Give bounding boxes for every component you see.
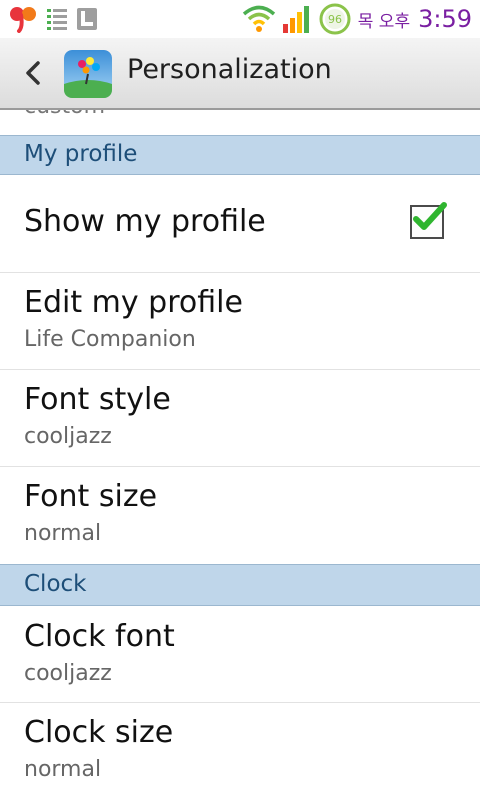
notification-list-icon <box>47 9 67 30</box>
check-mark-icon <box>413 202 447 230</box>
status-time: 3:59 <box>418 5 472 33</box>
list-item-summary: normal <box>24 521 102 546</box>
signal-bars-icon <box>282 6 309 33</box>
list-item-clock-size[interactable]: Clock size normal <box>0 703 480 800</box>
section-header-my-profile: My profile <box>0 135 480 175</box>
section-label: My profile <box>24 141 138 167</box>
list-item-font-size[interactable]: Font size normal <box>0 467 480 563</box>
action-bar: Personalization <box>0 38 480 110</box>
list-item-summary: cooljazz <box>24 424 112 449</box>
cutoff-summary-text: custom <box>24 110 105 119</box>
list-item-summary: cooljazz <box>24 661 112 686</box>
list-item-edit-my-profile[interactable]: Edit my profile Life Companion <box>0 273 480 370</box>
list-item-title: Font style <box>24 382 171 417</box>
chevron-left-icon[interactable] <box>18 58 48 88</box>
status-bar: 96 목 오후 3:59 <box>0 0 480 39</box>
list-item-summary: Life Companion <box>24 327 196 352</box>
list-item-show-my-profile[interactable]: Show my profile <box>0 174 480 273</box>
wifi-icon <box>242 5 275 32</box>
app-icon[interactable] <box>64 50 112 98</box>
status-bar-left <box>8 5 98 33</box>
list-item-title: Font size <box>24 479 158 514</box>
list-item-summary: normal <box>24 757 102 782</box>
section-header-clock: Clock <box>0 564 480 606</box>
show-profile-checkbox[interactable] <box>410 202 447 239</box>
list-item-title: Clock size <box>24 715 174 750</box>
list-item-title: Edit my profile <box>24 285 243 320</box>
list-item-clock-font[interactable]: Clock font cooljazz <box>0 605 480 703</box>
carrier-logo-icon <box>10 7 36 33</box>
battery-level-text: 96 <box>328 13 342 26</box>
page-title: Personalization <box>127 54 332 85</box>
notification-app-icon <box>77 8 97 30</box>
section-label: Clock <box>24 571 87 597</box>
status-bar-right: 96 목 오후 3:59 <box>242 3 472 35</box>
settings-list[interactable]: custom My profile Show my profile Edit m… <box>0 110 480 800</box>
status-day-period: 목 오후 <box>357 11 411 32</box>
list-item-title: Clock font <box>24 619 175 654</box>
battery-icon: 96 <box>319 3 351 35</box>
list-item-font-style[interactable]: Font style cooljazz <box>0 370 480 467</box>
list-item-title: Show my profile <box>24 204 266 239</box>
